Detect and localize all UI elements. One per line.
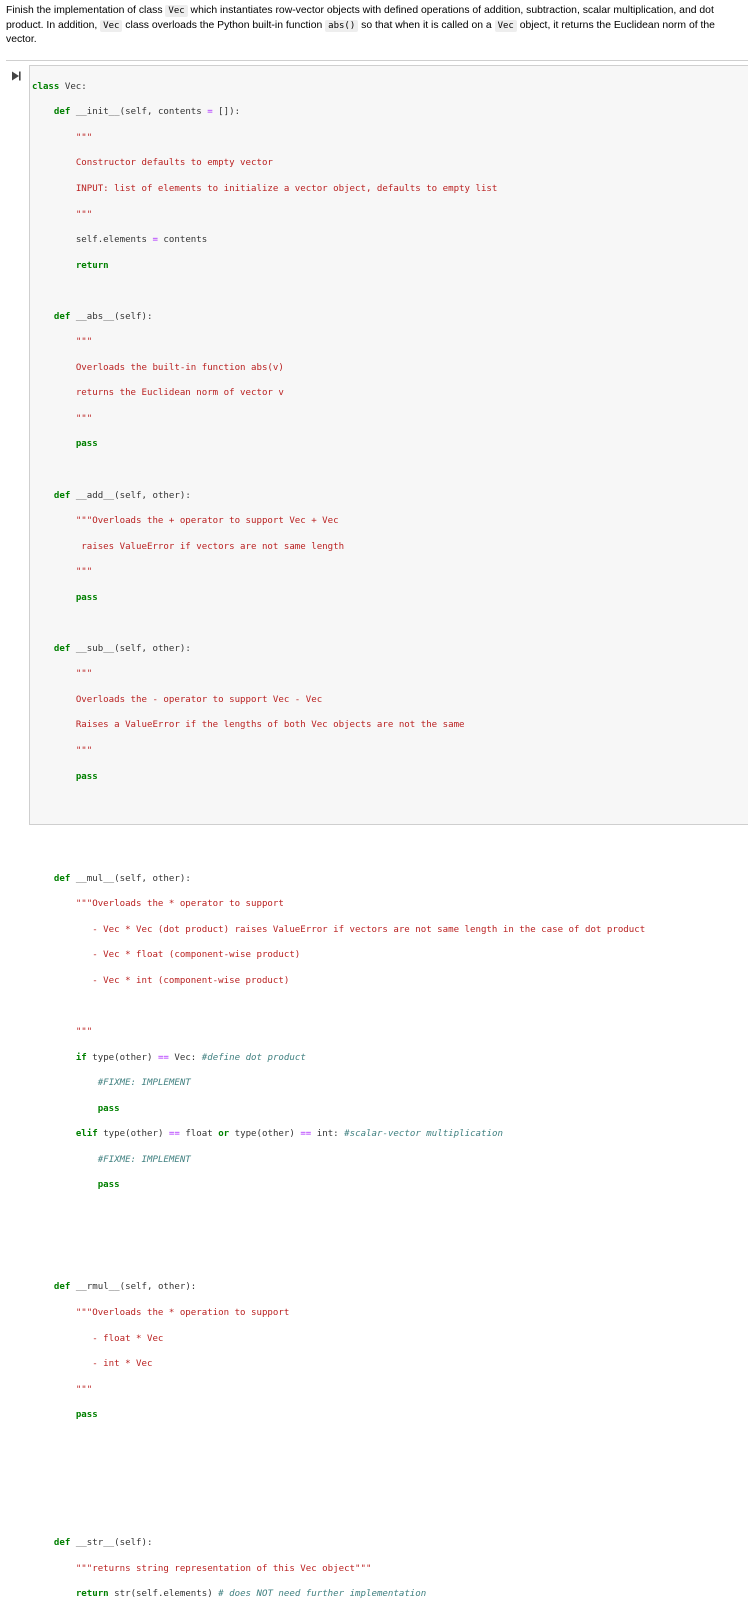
code-line: elif type(other) == float or type(other)…	[75, 1129, 503, 1140]
code-line: - Vec * Vec (dot product) raises ValueEr…	[75, 924, 646, 935]
code-line: """Overloads the + operator to support V…	[75, 516, 339, 527]
code-line: return str(self.elements) # does NOT nee…	[75, 1589, 427, 1600]
code-line: return	[75, 260, 109, 271]
code-line: """Overloads the * operator to support	[75, 899, 284, 910]
code-line: """Overloads the * operation to support	[75, 1308, 290, 1319]
code-line: """	[75, 669, 93, 680]
code-line: Constructor defaults to empty vector	[75, 158, 273, 169]
code-line: INPUT: list of elements to initialize a …	[75, 183, 498, 194]
code-line: """	[75, 413, 93, 424]
code-line: def __add__(self, other):	[53, 490, 191, 501]
code-line: """	[75, 132, 93, 143]
code-line: def __mul__(self, other):	[53, 873, 191, 884]
code-line: Overloads the - operator to support Vec …	[75, 694, 323, 705]
prompt-text: so that when it is called on a	[358, 19, 495, 31]
code-line: def __sub__(self, other):	[53, 643, 191, 654]
code-line: Raises a ValueError if the lengths of bo…	[75, 720, 465, 731]
code-line: def __init__(self, contents = []):	[53, 107, 241, 118]
code-line: """	[75, 746, 93, 756]
code-line: #FIXME: IMPLEMENT	[97, 1078, 191, 1089]
code-line: def __rmul__(self, other):	[53, 1282, 197, 1293]
code-line: pass	[75, 771, 98, 782]
cell-separator	[6, 60, 748, 61]
code-line: """	[75, 1384, 93, 1395]
run-cell-icon[interactable]	[11, 71, 21, 81]
code-line: class Vec:	[32, 81, 87, 92]
code-line: raises ValueError if vectors are not sam…	[75, 541, 345, 552]
code-line: - Vec * float (component-wise product)	[75, 950, 301, 961]
code-line: """	[75, 337, 93, 348]
code-line: Overloads the built-in function abs(v)	[75, 362, 284, 373]
code-editor[interactable]: class Vec: def __init__(self, contents =…	[32, 68, 645, 1614]
inline-code: Vec	[100, 19, 123, 32]
code-line: self.elements = contents	[75, 235, 208, 246]
code-line: - Vec * int (component-wise product)	[75, 975, 290, 986]
inline-code: Vec	[165, 5, 188, 17]
code-line: returns the Euclidean norm of vector v	[75, 388, 284, 399]
code-line: """	[75, 1027, 93, 1038]
inline-code: abs()	[325, 19, 359, 32]
code-line: - float * Vec	[75, 1333, 164, 1344]
code-line: pass	[75, 439, 98, 450]
prompt-text: Finish the implementation of class	[6, 5, 166, 16]
code-line: - int * Vec	[75, 1359, 153, 1370]
prompt-text: class overloads the Python built-in func…	[122, 19, 326, 31]
problem-statement: Finish the implementation of class Vec w…	[6, 4, 742, 48]
code-line: """	[75, 567, 93, 578]
code-line: pass	[97, 1103, 120, 1114]
code-line: """returns string representation of this…	[75, 1563, 372, 1574]
code-line: if type(other) == Vec: #define dot produ…	[75, 1052, 306, 1063]
code-line: """	[75, 209, 93, 220]
code-line: pass	[75, 1410, 98, 1421]
inline-code: Vec	[494, 19, 517, 32]
code-line: def __abs__(self):	[53, 311, 153, 322]
code-line: #FIXME: IMPLEMENT	[97, 1154, 191, 1165]
code-line: def __str__(self):	[53, 1537, 153, 1548]
code-line: pass	[75, 592, 98, 603]
code-line: pass	[97, 1180, 120, 1191]
